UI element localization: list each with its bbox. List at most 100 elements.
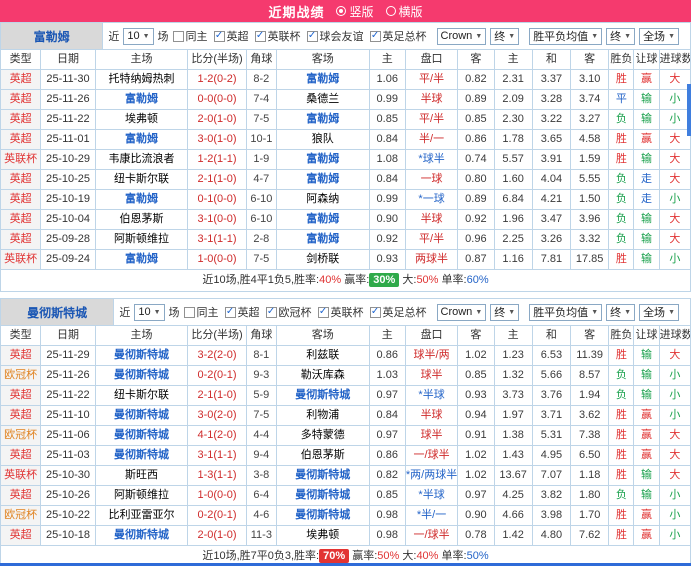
- avg-final-select[interactable]: 终 ▼: [606, 27, 636, 45]
- away-team[interactable]: 利物浦: [275, 405, 370, 426]
- corner-count: 4-4: [245, 425, 277, 446]
- home-odds: 0.86: [368, 445, 406, 466]
- filter-checkbox[interactable]: ✓ 欧冠杯: [265, 304, 312, 320]
- filter-controls: 近 10 ▼ 场 同主 ✓ 英超 ✓ 英联杯 ✓ 球会友谊 ✓ 英足总杯 Crown ▼ 终 ▼ 胜平…: [103, 23, 690, 49]
- scope-select[interactable]: 全场 ▼: [639, 303, 679, 321]
- match-score: 1-0(0-0): [187, 249, 247, 270]
- home-team[interactable]: 曼彻斯特城: [94, 445, 189, 466]
- result-wdl: 胜: [608, 345, 635, 366]
- filter-checkbox[interactable]: ✓ 英超: [213, 28, 249, 44]
- filter-checkbox[interactable]: ✓ 英联杯: [317, 304, 364, 320]
- away-team[interactable]: 曼彻斯特城: [275, 465, 370, 486]
- avg-odds-select[interactable]: 胜平负均值 ▼: [529, 303, 603, 321]
- away-team[interactable]: 富勒姆: [275, 69, 370, 90]
- home-team[interactable]: 斯旺西: [94, 465, 189, 486]
- home-team[interactable]: 富勒姆: [94, 129, 189, 150]
- summary-row: 近10场,胜4平1负5,胜率:40% 赢率: 30% 大:50% 单率:60%: [0, 269, 691, 292]
- radio-label: 竖版: [349, 4, 374, 19]
- avg-odds-select[interactable]: 胜平负均值 ▼: [529, 27, 603, 45]
- away-team[interactable]: 多特蒙德: [275, 425, 370, 446]
- home-team[interactable]: 伯恩茅斯: [94, 209, 189, 230]
- avg-win-odds: 2.31: [493, 69, 533, 90]
- home-team[interactable]: 阿斯顿维拉: [94, 485, 189, 506]
- avg-lose-odds: 1.18: [570, 465, 610, 486]
- away-team[interactable]: 富勒姆: [275, 109, 370, 130]
- checkbox-label: 英足总杯: [382, 31, 427, 43]
- away-team[interactable]: 剑桥联: [275, 249, 370, 270]
- away-team[interactable]: 利兹联: [275, 345, 370, 366]
- away-team[interactable]: 富勒姆: [275, 209, 370, 230]
- result-handicap: 走: [633, 189, 660, 210]
- away-team[interactable]: 富勒姆: [275, 229, 370, 250]
- odds-final-select[interactable]: 终 ▼: [490, 27, 520, 45]
- avg-final-select[interactable]: 终 ▼: [606, 303, 636, 321]
- away-odds: 1.02: [457, 465, 495, 486]
- away-odds: 0.90: [457, 505, 495, 526]
- match-date: 25-10-18: [40, 525, 96, 546]
- result-wdl: 胜: [608, 249, 635, 270]
- filter-checkbox[interactable]: ✓ 球会友谊: [306, 28, 364, 44]
- layout-option-horizontal[interactable]: 横版: [385, 3, 423, 20]
- result-goals: 大: [658, 345, 691, 366]
- avg-draw-odds: 4.04: [531, 169, 572, 190]
- near-count-select[interactable]: 10 ▼: [123, 27, 154, 45]
- home-team[interactable]: 纽卡斯尔联: [94, 385, 189, 406]
- home-team[interactable]: 富勒姆: [94, 189, 189, 210]
- away-team[interactable]: 富勒姆: [275, 149, 370, 170]
- home-team[interactable]: 曼彻斯特城: [94, 365, 189, 386]
- match-type: 英超: [0, 485, 42, 506]
- scrollbar-thumb[interactable]: [687, 84, 691, 136]
- home-team[interactable]: 曼彻斯特城: [94, 345, 189, 366]
- away-team[interactable]: 桑德兰: [275, 89, 370, 110]
- filter-checkbox[interactable]: 同主: [183, 304, 219, 320]
- home-team[interactable]: 富勒姆: [94, 89, 189, 110]
- filter-checkbox[interactable]: ✓ 英足总杯: [369, 28, 427, 44]
- company-select[interactable]: Crown ▼: [436, 303, 487, 321]
- near-count-select[interactable]: 10 ▼: [134, 303, 165, 321]
- home-odds: 0.85: [368, 485, 406, 506]
- away-team[interactable]: 狼队: [275, 129, 370, 150]
- away-team[interactable]: 埃弗顿: [275, 525, 370, 546]
- home-team[interactable]: 比利亚雷亚尔: [94, 505, 189, 526]
- avg-lose-odds: 7.62: [570, 525, 610, 546]
- away-team[interactable]: 曼彻斯特城: [275, 385, 370, 406]
- home-team[interactable]: 纽卡斯尔联: [94, 169, 189, 190]
- away-team[interactable]: 曼彻斯特城: [275, 485, 370, 506]
- away-team[interactable]: 勒沃库森: [275, 365, 370, 386]
- odds-final-value: 终: [494, 307, 506, 319]
- filter-checkbox[interactable]: ✓ 英足总杯: [369, 304, 427, 320]
- layout-option-vertical[interactable]: 竖版: [336, 3, 374, 20]
- away-odds: 0.97: [457, 485, 495, 506]
- result-handicap: 输: [633, 385, 660, 406]
- home-team[interactable]: 曼彻斯特城: [94, 405, 189, 426]
- team-name: 曼彻斯特城: [1, 299, 115, 325]
- away-team[interactable]: 阿森纳: [275, 189, 370, 210]
- away-team[interactable]: 伯恩茅斯: [275, 445, 370, 466]
- checkbox-icon: ✓: [213, 30, 225, 42]
- filter-checkbox[interactable]: 同主: [172, 28, 208, 44]
- filter-checkbox[interactable]: ✓ 英超: [224, 304, 260, 320]
- company-select[interactable]: Crown ▼: [436, 27, 487, 45]
- away-team[interactable]: 富勒姆: [275, 169, 370, 190]
- filter-checkbox[interactable]: ✓ 英联杯: [254, 28, 301, 44]
- handicap: *半球: [404, 485, 459, 506]
- home-team[interactable]: 托特纳姆热刺: [94, 69, 189, 90]
- home-team[interactable]: 阿斯顿维拉: [94, 229, 189, 250]
- odds-final-select[interactable]: 终 ▼: [490, 303, 520, 321]
- result-wdl: 负: [608, 109, 635, 130]
- games-label: 场: [157, 31, 169, 43]
- avg-draw-odds: 3.82: [531, 485, 572, 506]
- home-team[interactable]: 曼彻斯特城: [94, 525, 189, 546]
- away-team[interactable]: 曼彻斯特城: [275, 505, 370, 526]
- column-header: 胜负: [608, 49, 635, 70]
- home-team[interactable]: 曼彻斯特城: [94, 425, 189, 446]
- summary-text: 赢率:: [341, 274, 370, 286]
- scope-select[interactable]: 全场 ▼: [639, 27, 679, 45]
- column-header: 客: [570, 49, 610, 70]
- home-team[interactable]: 富勒姆: [94, 249, 189, 270]
- result-wdl: 胜: [608, 69, 635, 90]
- home-team[interactable]: 韦康比流浪者: [94, 149, 189, 170]
- column-header: 客场: [275, 49, 370, 70]
- home-team[interactable]: 埃弗顿: [94, 109, 189, 130]
- match-row: 英超 25-11-22 埃弗顿 2-0(1-0) 7-5 富勒姆 0.85 平/半 0.85 2.…: [0, 109, 691, 130]
